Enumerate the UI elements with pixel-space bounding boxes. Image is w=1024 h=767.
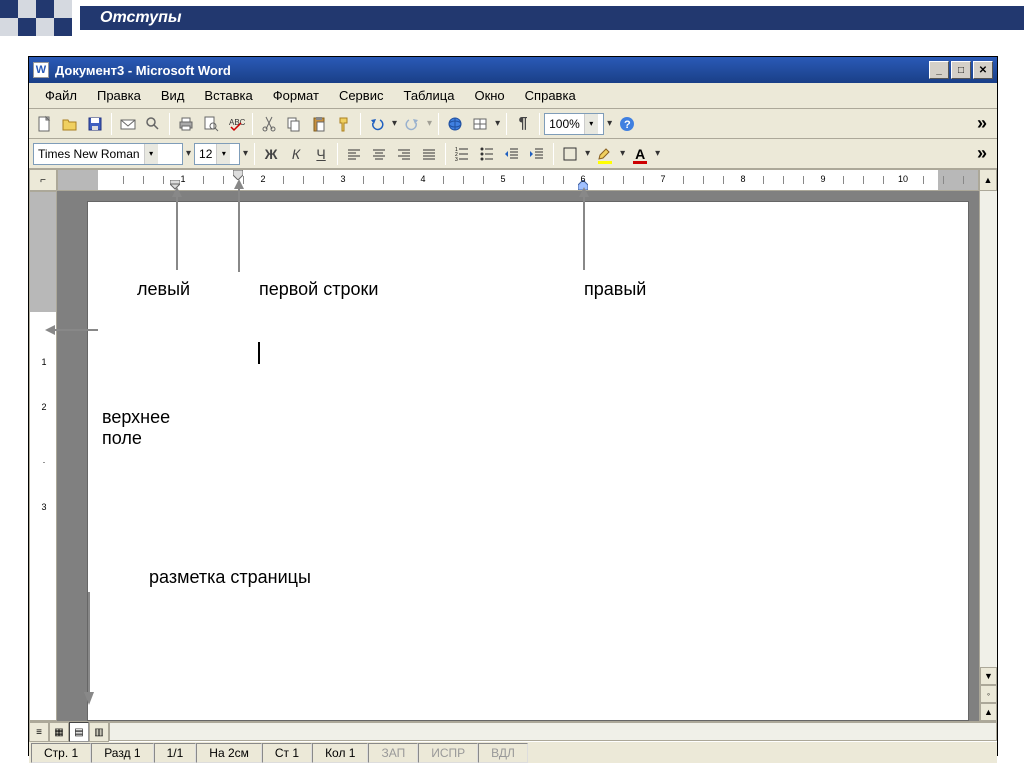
search-button[interactable] <box>141 112 165 136</box>
svg-text:?: ? <box>624 119 631 131</box>
page[interactable] <box>87 201 969 721</box>
status-line: Ст 1 <box>262 743 312 763</box>
hyperlink-button[interactable] <box>443 112 467 136</box>
save-button[interactable] <box>83 112 107 136</box>
svg-text:3: 3 <box>455 157 458 163</box>
slide-title: Отступы <box>80 6 1024 30</box>
align-center-button[interactable] <box>367 142 391 166</box>
table-dropdown[interactable]: ▾ <box>493 118 502 129</box>
standard-toolbar: ABC ▾ ▾ ▾ ¶ 100%▾ ▾ ? » <box>29 109 997 139</box>
font-size-combo[interactable]: 12▾ <box>194 143 240 165</box>
decrease-indent-button[interactable] <box>500 142 524 166</box>
menu-window[interactable]: Окно <box>464 85 514 106</box>
normal-view-button[interactable]: ≡ <box>29 722 49 742</box>
highlight-button[interactable] <box>593 142 617 166</box>
undo-dropdown[interactable]: ▾ <box>390 118 399 129</box>
statusbar: Стр. 1 Разд 1 1/1 На 2см Ст 1 Кол 1 ЗАП … <box>29 741 997 763</box>
bullet-list-button[interactable] <box>475 142 499 166</box>
underline-button[interactable]: Ч <box>309 142 333 166</box>
word-application-window: W Документ3 - Microsoft Word _ □ ✕ Файл … <box>28 56 998 756</box>
zoom-combo[interactable]: 100%▾ <box>544 113 604 135</box>
minimize-button[interactable]: _ <box>929 61 949 79</box>
increase-indent-button[interactable] <box>525 142 549 166</box>
align-left-button[interactable] <box>342 142 366 166</box>
arrow-firstline <box>224 177 254 277</box>
menu-insert[interactable]: Вставка <box>194 85 262 106</box>
font-combo[interactable]: Times New Roman▾ <box>33 143 183 165</box>
status-column: Кол 1 <box>312 743 368 763</box>
menu-table[interactable]: Таблица <box>393 85 464 106</box>
spellcheck-button[interactable]: ABC <box>224 112 248 136</box>
arrow-layout-view <box>74 587 104 707</box>
formatting-toolbar: Times New Roman▾ ▾ 12▾ ▾ Ж К Ч 123 ▾ ▾ A… <box>29 139 997 169</box>
status-pages: 1/1 <box>154 743 197 763</box>
paste-button[interactable] <box>307 112 331 136</box>
arrow-right-indent <box>569 185 599 275</box>
svg-text:ABC: ABC <box>229 118 245 127</box>
menu-help[interactable]: Справка <box>515 85 586 106</box>
align-justify-button[interactable] <box>417 142 441 166</box>
status-section: Разд 1 <box>91 743 153 763</box>
redo-button[interactable] <box>400 112 424 136</box>
vertical-scrollbar[interactable]: ▼ ◦ ▲ <box>979 191 997 721</box>
tables-borders-button[interactable] <box>468 112 492 136</box>
decorative-squares <box>0 0 80 36</box>
web-view-button[interactable]: ▦ <box>49 722 69 742</box>
arrow-top-margin <box>43 315 103 345</box>
menu-edit[interactable]: Правка <box>87 85 151 106</box>
font-color-button[interactable]: A <box>628 142 652 166</box>
status-rec[interactable]: ЗАП <box>368 743 418 763</box>
borders-button[interactable] <box>558 142 582 166</box>
vertical-ruler[interactable]: 1 2 · 3 <box>29 191 57 721</box>
status-ext[interactable]: ВДЛ <box>478 743 528 763</box>
maximize-button[interactable]: □ <box>951 61 971 79</box>
status-track[interactable]: ИСПР <box>418 743 478 763</box>
numbered-list-button[interactable]: 123 <box>450 142 474 166</box>
document-area[interactable] <box>57 191 979 721</box>
cut-button[interactable] <box>257 112 281 136</box>
new-doc-button[interactable] <box>33 112 57 136</box>
redo-dropdown[interactable]: ▾ <box>425 118 434 129</box>
align-right-button[interactable] <box>392 142 416 166</box>
show-formatting-button[interactable]: ¶ <box>511 112 535 136</box>
toolbar-overflow-2[interactable]: » <box>971 143 993 164</box>
print-button[interactable] <box>174 112 198 136</box>
window-title: Документ3 - Microsoft Word <box>55 63 927 78</box>
print-layout-view-button[interactable]: ▤ <box>69 722 89 742</box>
app-icon[interactable]: W <box>33 62 49 78</box>
copy-button[interactable] <box>282 112 306 136</box>
menubar: Файл Правка Вид Вставка Формат Сервис Та… <box>29 83 997 109</box>
tab-selector[interactable]: ⌐ <box>29 169 57 191</box>
menu-format[interactable]: Формат <box>263 85 329 106</box>
bold-button[interactable]: Ж <box>259 142 283 166</box>
italic-button[interactable]: К <box>284 142 308 166</box>
status-position: На 2см <box>196 743 262 763</box>
toolbar-overflow[interactable]: » <box>971 113 993 134</box>
arrow-left-indent <box>162 185 192 275</box>
help-button[interactable]: ? <box>615 112 639 136</box>
titlebar[interactable]: W Документ3 - Microsoft Word _ □ ✕ <box>29 57 997 83</box>
menu-view[interactable]: Вид <box>151 85 195 106</box>
menu-file[interactable]: Файл <box>35 85 87 106</box>
close-button[interactable]: ✕ <box>973 61 993 79</box>
zoom-dropdown[interactable]: ▾ <box>605 118 614 129</box>
menu-tools[interactable]: Сервис <box>329 85 394 106</box>
horizontal-scrollbar[interactable] <box>109 722 997 741</box>
open-button[interactable] <box>58 112 82 136</box>
undo-button[interactable] <box>365 112 389 136</box>
text-cursor <box>258 342 260 364</box>
print-preview-button[interactable] <box>199 112 223 136</box>
horizontal-ruler[interactable]: 1234567891011 <box>57 169 979 191</box>
horizontal-scroll-row: ≡ ▦ ▤ ▥ <box>29 721 997 741</box>
status-page: Стр. 1 <box>31 743 91 763</box>
format-painter-button[interactable] <box>332 112 356 136</box>
outline-view-button[interactable]: ▥ <box>89 722 109 742</box>
email-button[interactable] <box>116 112 140 136</box>
slide-header: Отступы <box>0 0 1024 36</box>
ruler-scroll-up[interactable]: ▲ <box>979 169 997 191</box>
